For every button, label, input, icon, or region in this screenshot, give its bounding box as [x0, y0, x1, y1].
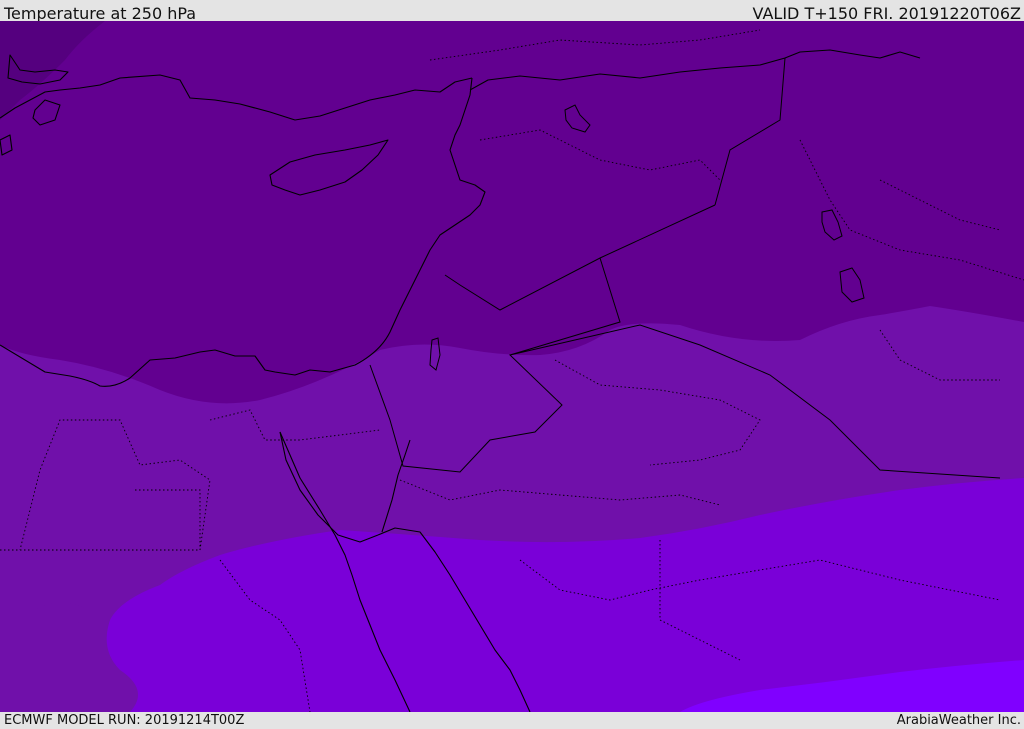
- weather-map-viewer: Temperature at 250 hPa VALID T+150 FRI. …: [0, 0, 1024, 729]
- footer-bar: ECMWF MODEL RUN: 20191214T00Z ArabiaWeat…: [0, 712, 1024, 729]
- temperature-map[interactable]: [0, 21, 1024, 712]
- credit-label: ArabiaWeather Inc.: [896, 713, 1021, 728]
- model-run-label: ECMWF MODEL RUN: 20191214T00Z: [4, 713, 245, 728]
- header-bar: Temperature at 250 hPa VALID T+150 FRI. …: [0, 0, 1024, 23]
